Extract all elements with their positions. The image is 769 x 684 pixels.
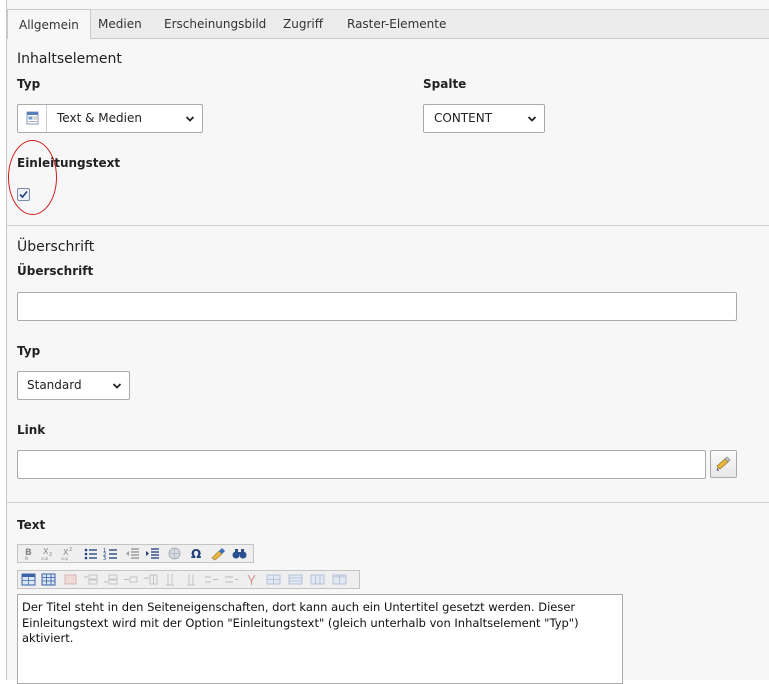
section-title-header: Überschrift: [17, 239, 95, 255]
table-restyle-icon[interactable]: [265, 572, 282, 587]
svg-text:b: b: [25, 556, 28, 561]
link-wizard-icon: [716, 456, 731, 471]
table-cell-properties-icon[interactable]: [309, 572, 326, 587]
type-label: Typ: [17, 77, 41, 91]
tab-zugriff[interactable]: Zugriff: [272, 10, 334, 39]
column-label: Spalte: [423, 77, 467, 91]
content-element-form: Allgemein Medien Erscheinungsbild Zugrif…: [6, 0, 769, 684]
cell-split-icon[interactable]: [203, 572, 220, 587]
svg-text:Ω: Ω: [191, 547, 201, 561]
special-character-icon[interactable]: Ω: [188, 546, 205, 561]
link-label: Link: [17, 423, 46, 437]
table-layout-icon[interactable]: [287, 572, 304, 587]
header-type-value: Standard: [27, 378, 82, 392]
svg-text:2: 2: [69, 547, 72, 553]
outdent-icon[interactable]: [124, 546, 141, 561]
column-delete-icon[interactable]: [183, 572, 200, 587]
column-select[interactable]: CONTENT: [423, 104, 545, 133]
remove-format-icon[interactable]: [210, 546, 227, 561]
svg-text:3: 3: [103, 556, 106, 561]
subscript-icon[interactable]: X 2 sub: [40, 546, 57, 561]
header-type-select[interactable]: Standard: [17, 371, 130, 400]
svg-text:2: 2: [49, 552, 52, 558]
row-delete-icon[interactable]: [122, 572, 139, 587]
bold-icon[interactable]: Bb: [20, 546, 37, 562]
row-insert-before-icon[interactable]: [82, 572, 99, 587]
table-icon[interactable]: [20, 572, 37, 587]
chevron-down-icon: [113, 383, 121, 389]
rich-text-editor[interactable]: Der Titel steht in den Seiteneigenschaft…: [17, 594, 623, 684]
find-replace-icon[interactable]: [231, 546, 248, 561]
row-insert-after-icon[interactable]: [102, 572, 119, 587]
svg-text:sub: sub: [41, 556, 49, 561]
table-toggle-borders-icon[interactable]: [243, 572, 260, 587]
content-type-select[interactable]: Text & Medien: [17, 104, 203, 133]
svg-text:sup: sup: [61, 556, 69, 561]
header-type-label: Typ: [17, 344, 41, 358]
cell-merge-icon[interactable]: [223, 572, 240, 587]
chevron-down-icon: [528, 116, 536, 122]
text-label: Text: [17, 518, 46, 532]
table-column-properties-icon[interactable]: [331, 572, 348, 587]
tab-medien[interactable]: Medien: [87, 10, 153, 39]
header-label: Überschrift: [17, 264, 94, 278]
intro-text-label: Einleitungstext: [17, 156, 121, 170]
chevron-down-icon: [186, 116, 194, 122]
rte-toolbar-table: [17, 570, 360, 589]
link-wizard-button[interactable]: [710, 450, 737, 478]
tab-raster-elemente[interactable]: Raster-Elemente: [336, 10, 457, 39]
text-media-icon: [18, 105, 47, 132]
check-icon: [19, 190, 28, 199]
unordered-list-icon[interactable]: [82, 546, 99, 561]
indent-icon[interactable]: [144, 546, 161, 561]
insert-link-icon[interactable]: [166, 546, 183, 561]
tab-allgemein[interactable]: Allgemein: [7, 9, 91, 39]
divider: [7, 502, 769, 503]
intro-text-checkbox[interactable]: [17, 188, 30, 201]
table-properties-icon[interactable]: [40, 572, 57, 587]
divider: [7, 225, 769, 226]
tab-erscheinungsbild[interactable]: Erscheinungsbild: [153, 10, 277, 39]
rte-toolbar-formatting: Bb X 2 sub X 2 sup 123 Ω: [17, 544, 254, 563]
annotation-circle: [8, 140, 57, 215]
column-value: CONTENT: [434, 111, 493, 125]
content-type-value: Text & Medien: [57, 111, 142, 125]
column-insert-after-icon[interactable]: [163, 572, 180, 587]
row-properties-icon[interactable]: [62, 572, 79, 587]
column-insert-before-icon[interactable]: [142, 572, 159, 587]
tab-bar: Allgemein Medien Erscheinungsbild Zugrif…: [7, 9, 769, 39]
header-input[interactable]: [17, 292, 737, 321]
superscript-icon[interactable]: X 2 sup: [60, 546, 77, 561]
link-input[interactable]: [17, 450, 706, 479]
ordered-list-icon[interactable]: 123: [102, 546, 119, 562]
section-title-content-element: Inhaltselement: [17, 51, 122, 67]
